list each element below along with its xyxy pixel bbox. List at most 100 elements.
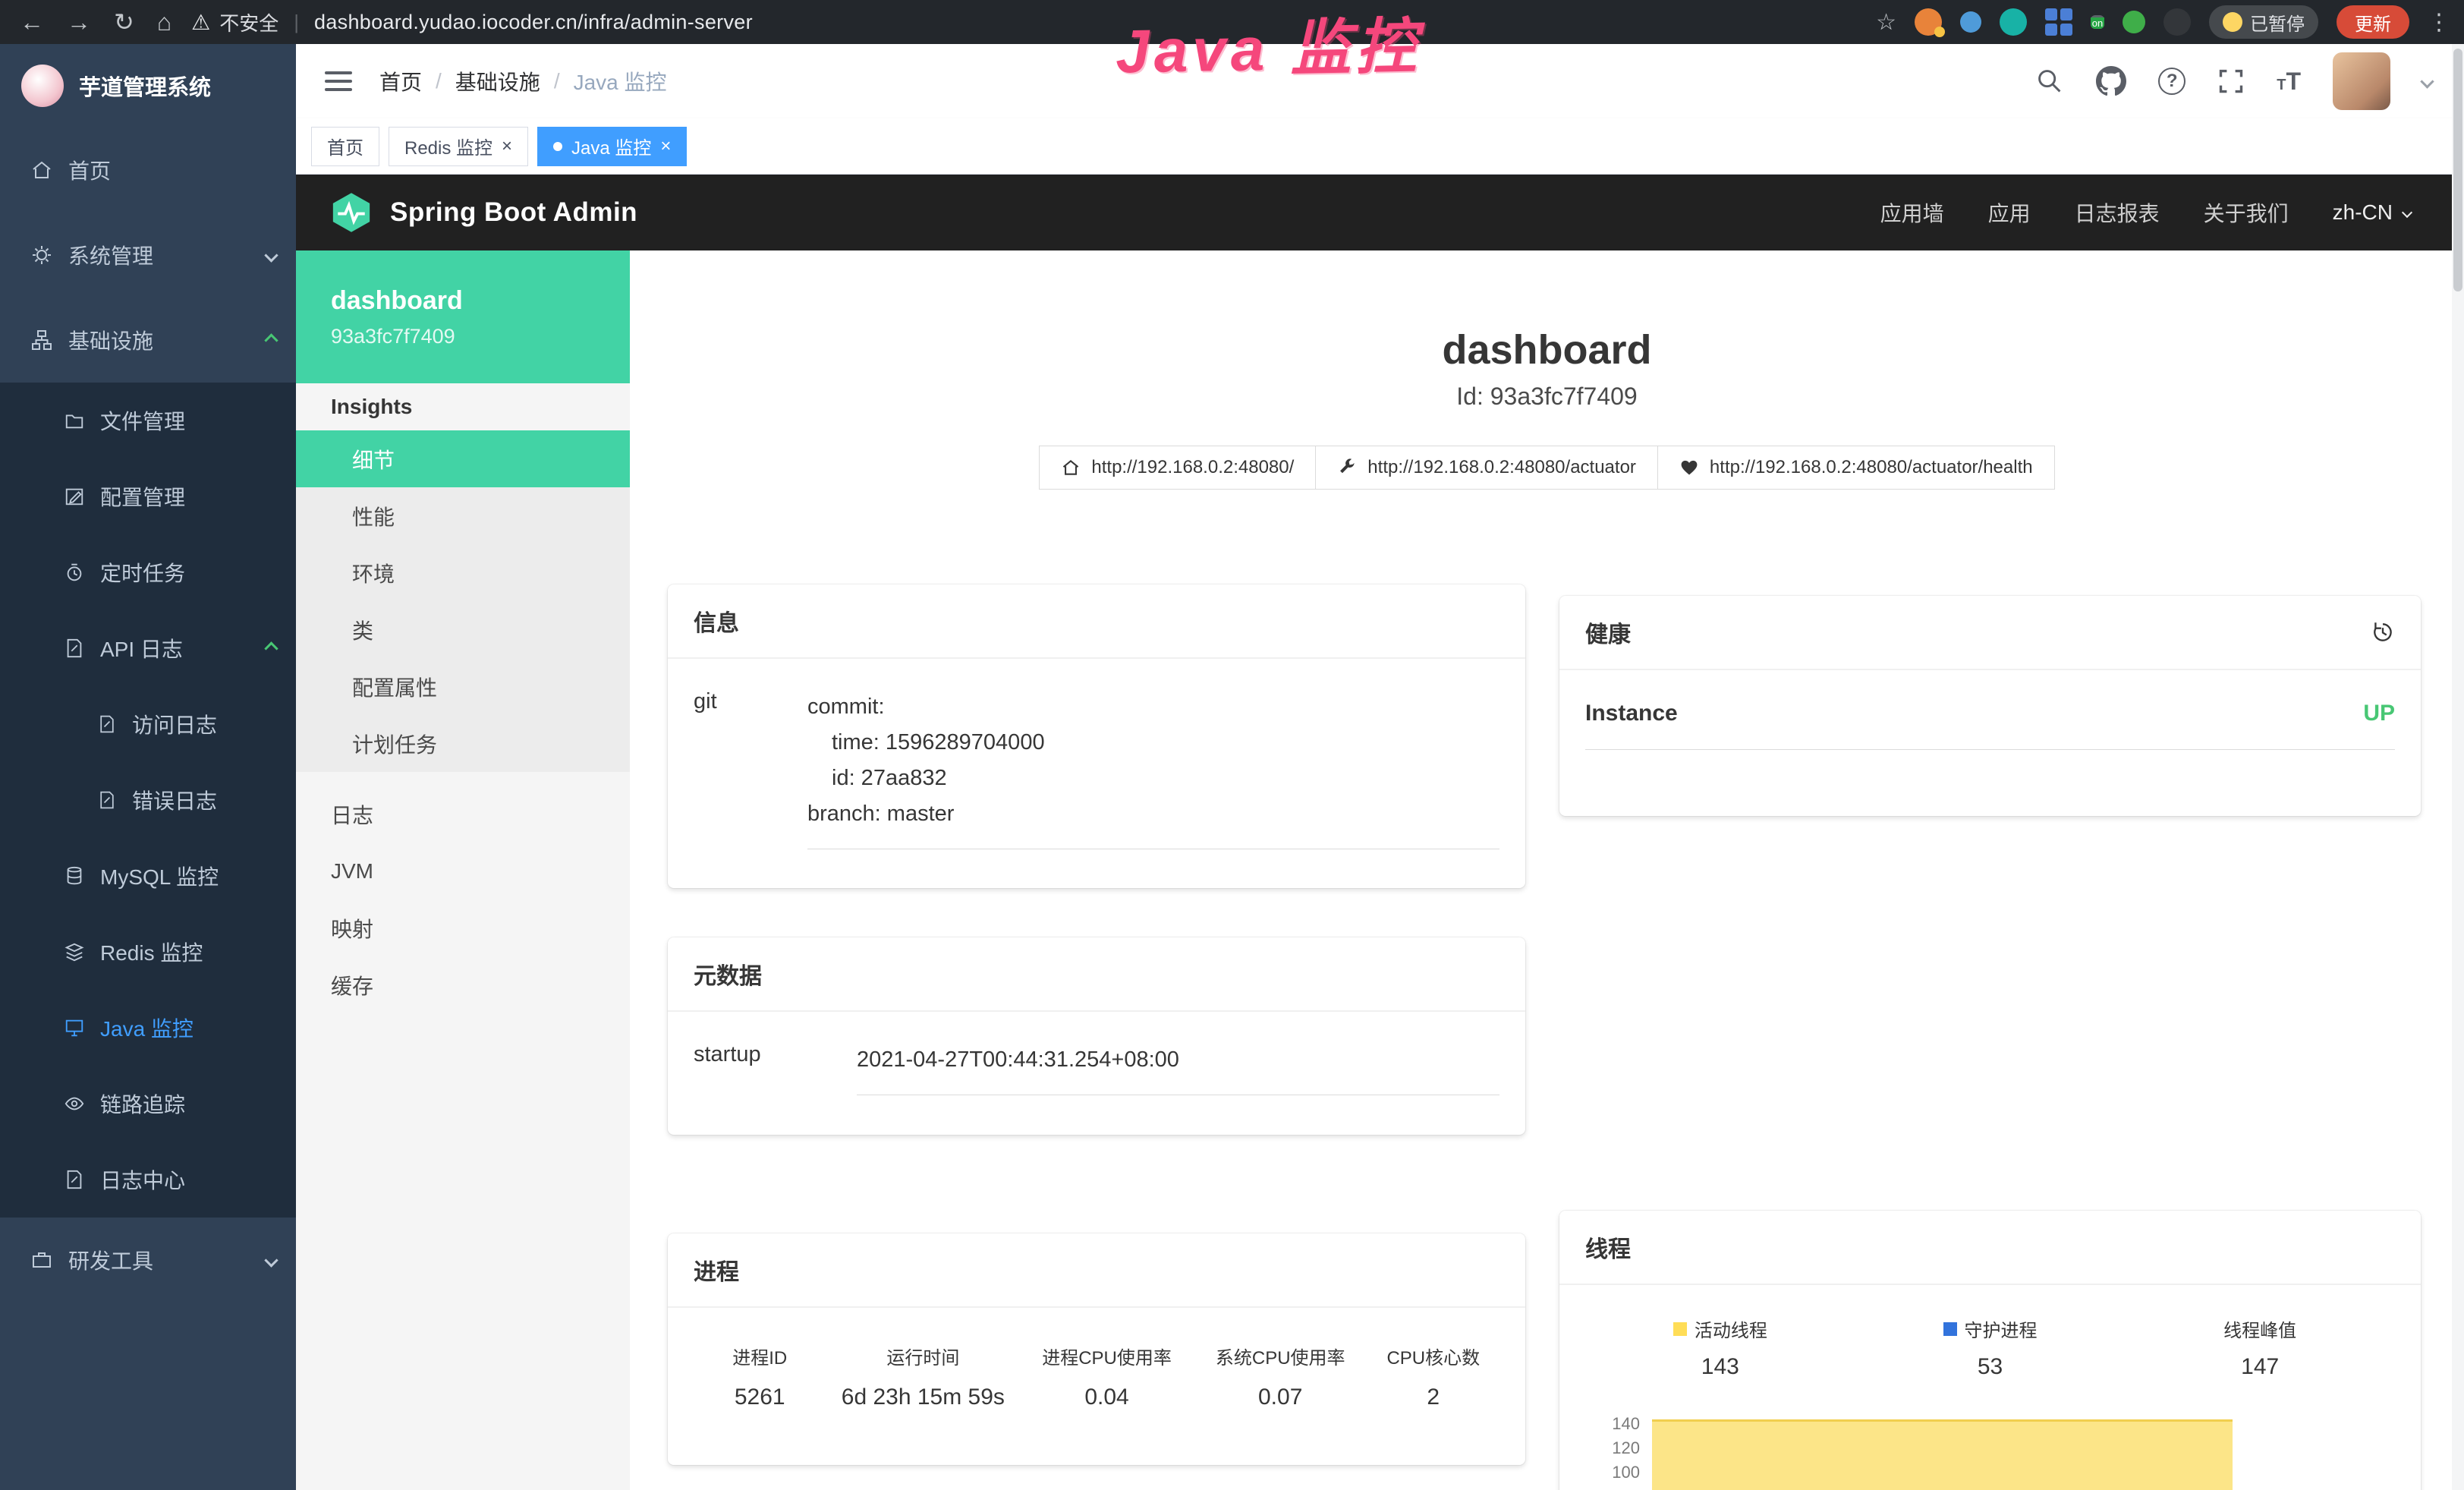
sba-locale-label: zh-CN bbox=[2333, 200, 2393, 225]
sba-section-insights[interactable]: Insights bbox=[296, 383, 630, 430]
bookmark-star-icon[interactable]: ☆ bbox=[1876, 9, 1896, 36]
doc-icon bbox=[97, 790, 117, 810]
wrench-icon bbox=[1337, 458, 1357, 477]
link-actuator-url[interactable]: http://192.168.0.2:48080/actuator bbox=[1316, 446, 1658, 490]
breadcrumb-separator: / bbox=[436, 69, 442, 93]
sba-nav-journal[interactable]: 日志报表 bbox=[2075, 197, 2160, 228]
info-line: commit: bbox=[807, 689, 1499, 725]
process-col-header: 进程ID bbox=[698, 1343, 821, 1369]
sba-item-jvm[interactable]: JVM bbox=[296, 843, 630, 899]
sidebar-item-api-log[interactable]: API 日志 bbox=[0, 610, 296, 686]
sidebar-item-redis[interactable]: Redis 监控 bbox=[0, 914, 296, 990]
extension-icon-1[interactable] bbox=[1915, 8, 1942, 36]
reload-icon[interactable]: ↻ bbox=[114, 8, 134, 36]
sba-item-logs[interactable]: 日志 bbox=[296, 786, 630, 843]
close-icon[interactable]: × bbox=[660, 137, 671, 156]
tab-home[interactable]: 首页 bbox=[311, 127, 379, 166]
active-threads-area bbox=[1652, 1419, 2233, 1490]
tab-redis-monitor[interactable]: Redis 监控 × bbox=[389, 127, 528, 166]
github-icon[interactable] bbox=[2096, 66, 2126, 96]
extension-icon-2[interactable] bbox=[1960, 11, 1981, 33]
legend-square-yellow bbox=[1673, 1322, 1687, 1336]
scrollbar-thumb[interactable] bbox=[2453, 49, 2462, 291]
info-value: commit: time: 1596289704000 id: 27aa832 … bbox=[807, 689, 1499, 849]
sidebar-item-config[interactable]: 配置管理 bbox=[0, 458, 296, 534]
back-icon[interactable]: ← bbox=[20, 8, 44, 36]
sba-item-caches[interactable]: 缓存 bbox=[296, 956, 630, 1013]
history-icon[interactable] bbox=[2371, 620, 2395, 644]
sidebar-item-java-monitor[interactable]: Java 监控 bbox=[0, 990, 296, 1066]
sidebar-item-error-log[interactable]: 错误日志 bbox=[0, 762, 296, 838]
info-key: git bbox=[694, 689, 807, 849]
stack-icon bbox=[64, 941, 85, 962]
update-button[interactable]: 更新 bbox=[2337, 5, 2409, 39]
process-value: 0.07 bbox=[1198, 1384, 1363, 1410]
threads-legend-label: 线程峰值 bbox=[2223, 1315, 2296, 1342]
forward-icon[interactable]: → bbox=[67, 8, 91, 36]
sba-item-details[interactable]: 细节 bbox=[296, 430, 630, 487]
paused-badge[interactable]: 已暂停 bbox=[2209, 5, 2318, 39]
address-bar[interactable]: ⚠ 不安全 | dashboard.yudao.iocoder.cn/infra… bbox=[191, 8, 753, 36]
sidebar-item-dev-tools[interactable]: 研发工具 bbox=[0, 1218, 296, 1303]
help-icon[interactable]: ? bbox=[2158, 68, 2186, 95]
sba-sidebar: dashboard 93a3fc7f7409 Insights 细节 性能 环境… bbox=[296, 250, 630, 1490]
link-root-url[interactable]: http://192.168.0.2:48080/ bbox=[1039, 446, 1316, 490]
sidebar-item-home[interactable]: 首页 bbox=[0, 128, 296, 213]
threads-legend-label: 守护进程 bbox=[1965, 1315, 2038, 1342]
threads-card: 线程 活动线程 143 守护进程 53 线 bbox=[1559, 1211, 2421, 1490]
sba-item-classes[interactable]: 类 bbox=[296, 601, 630, 658]
sidebar-item-files[interactable]: 文件管理 bbox=[0, 383, 296, 458]
hamburger-icon[interactable] bbox=[323, 69, 354, 93]
sba-item-environment[interactable]: 环境 bbox=[296, 544, 630, 601]
user-avatar[interactable] bbox=[2333, 52, 2390, 110]
sidebar-item-label: API 日志 bbox=[100, 633, 183, 663]
sidebar-item-jobs[interactable]: 定时任务 bbox=[0, 534, 296, 610]
browser-home-icon[interactable]: ⌂ bbox=[157, 8, 172, 36]
sidebar-item-mysql[interactable]: MySQL 监控 bbox=[0, 838, 296, 914]
extension-icon-5[interactable]: on bbox=[2091, 15, 2104, 29]
extension-icon-6[interactable] bbox=[2123, 11, 2145, 33]
close-icon[interactable]: × bbox=[502, 137, 512, 156]
sidebar-item-system[interactable]: 系统管理 bbox=[0, 213, 296, 298]
active-dot bbox=[553, 142, 562, 151]
sba-brand[interactable]: Spring Boot Admin bbox=[329, 191, 637, 235]
sidebar-item-tracing[interactable]: 链路追踪 bbox=[0, 1066, 296, 1142]
heart-icon bbox=[1679, 458, 1699, 477]
sba-nav-applications[interactable]: 应用 bbox=[1988, 197, 2031, 228]
threads-legend-label: 活动线程 bbox=[1695, 1315, 1767, 1342]
font-size-icon[interactable]: TT bbox=[2277, 68, 2301, 96]
avatar-caret-icon[interactable] bbox=[2420, 74, 2434, 88]
browser-menu-icon[interactable]: ⋮ bbox=[2428, 9, 2450, 36]
link-health-url[interactable]: http://192.168.0.2:48080/actuator/health bbox=[1658, 446, 2055, 490]
sidebar-item-log-center[interactable]: 日志中心 bbox=[0, 1142, 296, 1218]
chevron-down-icon bbox=[2402, 207, 2412, 218]
sba-instance-header[interactable]: dashboard 93a3fc7f7409 bbox=[296, 250, 630, 383]
monitor-icon bbox=[64, 1017, 85, 1038]
breadcrumb-home[interactable]: 首页 bbox=[379, 66, 422, 96]
breadcrumb-section[interactable]: 基础设施 bbox=[455, 66, 540, 96]
sidebar-item-label: 基础设施 bbox=[68, 325, 153, 355]
tab-java-monitor[interactable]: Java 监控 × bbox=[537, 127, 687, 166]
breadcrumb: 首页 / 基础设施 / Java 监控 bbox=[379, 66, 667, 96]
process-card: 进程 进程ID5261 运行时间6d 23h 15m 59s 进程CPU使用率0… bbox=[668, 1233, 1525, 1465]
legend-square-blue bbox=[1943, 1322, 1957, 1336]
url-text[interactable]: dashboard.yudao.iocoder.cn/infra/admin-s… bbox=[314, 11, 753, 34]
sba-nav-wall[interactable]: 应用墙 bbox=[1880, 197, 1944, 228]
sidebar-item-infra[interactable]: 基础设施 bbox=[0, 298, 296, 383]
link-label: http://192.168.0.2:48080/ bbox=[1091, 457, 1294, 478]
sba-item-config-props[interactable]: 配置属性 bbox=[296, 658, 630, 715]
fullscreen-icon[interactable] bbox=[2217, 68, 2245, 95]
sba-locale-select[interactable]: zh-CN bbox=[2333, 200, 2411, 225]
sba-instance-name: dashboard bbox=[331, 286, 630, 316]
sidebar-item-access-log[interactable]: 访问日志 bbox=[0, 686, 296, 762]
sba-item-scheduled-tasks[interactable]: 计划任务 bbox=[296, 715, 630, 772]
metadata-card: 元数据 startup 2021-04-27T00:44:31.254+08:0… bbox=[668, 937, 1525, 1135]
sba-nav-about[interactable]: 关于我们 bbox=[2204, 197, 2289, 228]
sba-item-mappings[interactable]: 映射 bbox=[296, 899, 630, 956]
chart-plot-area bbox=[1651, 1412, 2395, 1485]
sba-item-performance[interactable]: 性能 bbox=[296, 487, 630, 544]
search-icon[interactable] bbox=[2035, 67, 2064, 96]
extension-icon-4[interactable] bbox=[2045, 8, 2072, 36]
extension-icon-3[interactable] bbox=[2000, 8, 2027, 36]
extension-icon-7[interactable] bbox=[2163, 8, 2191, 36]
